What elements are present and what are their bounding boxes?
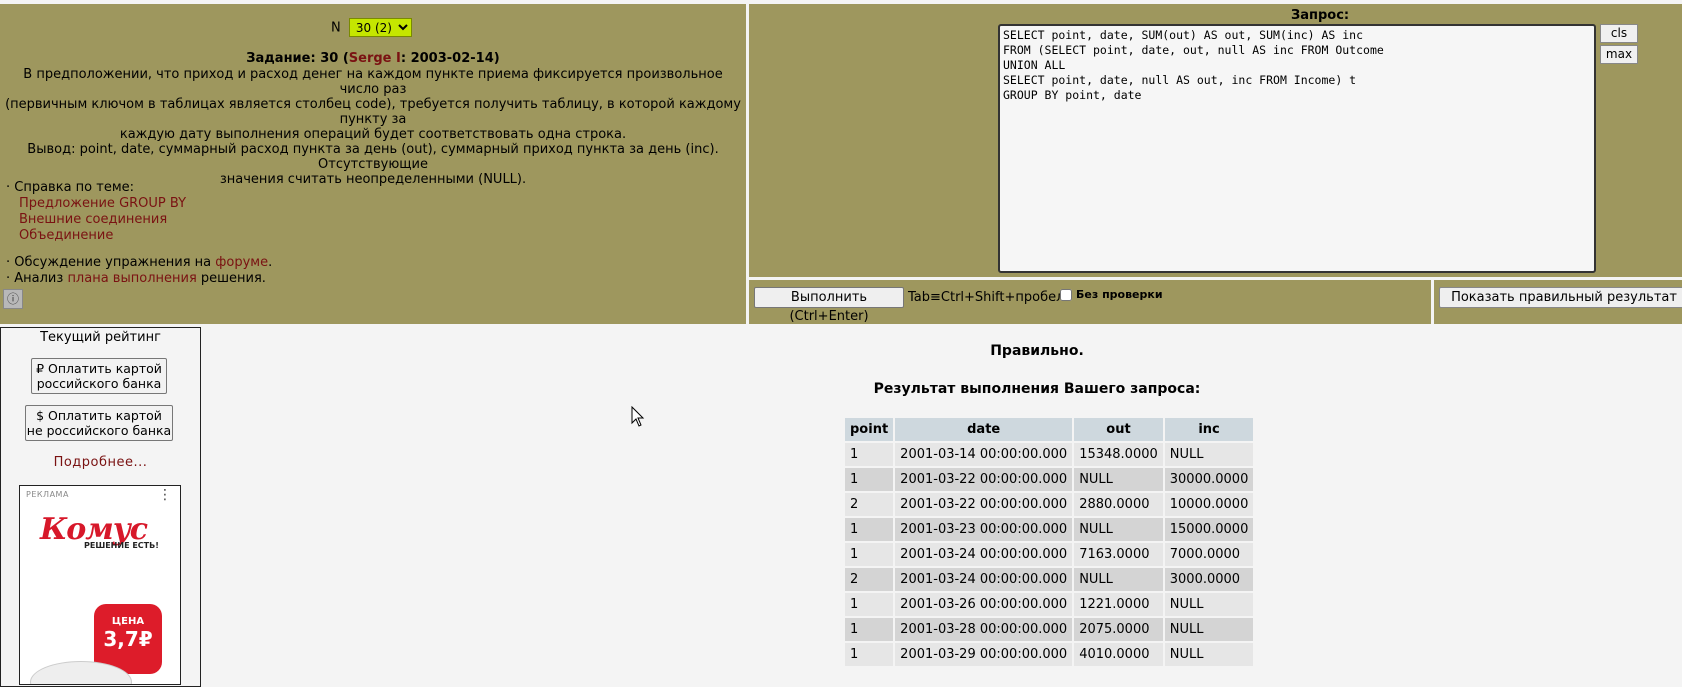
table-cell-inc: NULL [1164, 593, 1254, 616]
tab-hint: Tab≡Ctrl+Shift+пробел [908, 290, 1065, 305]
table-row: 1 2001-03-22 00:00:00.000 NULL 30000.0000 [845, 468, 1254, 491]
ad-label: РЕКЛАМА [26, 490, 69, 499]
query-label: Запрос: [1291, 8, 1350, 23]
table-row: 1 2001-03-23 00:00:00.000 NULL 15000.0000 [845, 518, 1254, 541]
author-link[interactable]: Serge I [349, 51, 401, 66]
table-row: 2 2001-03-24 00:00:00.000 NULL 3000.0000 [845, 568, 1254, 591]
table-cell-inc: 15000.0000 [1164, 518, 1254, 541]
table-cell-point: 2 [845, 568, 894, 591]
execution-plan-link[interactable]: плана выполнения [67, 271, 196, 286]
table-cell-date: 2001-03-26 00:00:00.000 [895, 593, 1073, 616]
no-verify-option[interactable]: Без проверки [1060, 288, 1163, 301]
table-cell-date: 2001-03-14 00:00:00.000 [895, 443, 1073, 466]
table-cell-date: 2001-03-28 00:00:00.000 [895, 618, 1073, 641]
clear-button[interactable]: cls [1600, 24, 1638, 43]
analysis-line: · Анализ плана выполнения решения. [6, 271, 266, 286]
help-link-outer-joins[interactable]: Внешние соединения [19, 212, 186, 228]
exercise-description: В предположении, что приход и расход ден… [5, 67, 741, 187]
table-cell-out: 1221.0000 [1074, 593, 1163, 616]
results-table: point date out inc 1 2001-03-14 00:00:00.… [843, 416, 1255, 668]
info-icon[interactable]: ⓘ [3, 289, 23, 309]
exercise-number-label: N [331, 20, 341, 36]
table-cell-inc: 30000.0000 [1164, 468, 1254, 491]
discussion-line: · Обсуждение упражнения на форуме. [6, 255, 273, 270]
table-cell-point: 1 [845, 443, 894, 466]
table-cell-point: 1 [845, 518, 894, 541]
table-cell-point: 2 [845, 493, 894, 516]
table-cell-date: 2001-03-24 00:00:00.000 [895, 568, 1073, 591]
column-header-point: point [845, 418, 894, 441]
table-row: 1 2001-03-29 00:00:00.000 4010.0000 NULL [845, 643, 1254, 666]
table-cell-inc: NULL [1164, 643, 1254, 666]
query-editor[interactable]: SELECT point, date, SUM(out) AS out, SUM… [998, 24, 1596, 273]
column-header-date: date [895, 418, 1073, 441]
more-options-icon[interactable]: ⋮ [158, 488, 172, 502]
no-verify-checkbox[interactable] [1060, 289, 1072, 301]
table-cell-inc: NULL [1164, 618, 1254, 641]
table-cell-date: 2001-03-22 00:00:00.000 [895, 493, 1073, 516]
table-cell-out: 7163.0000 [1074, 543, 1163, 566]
advertisement[interactable]: РЕКЛАМА ⋮ Комус РЕШЕНИЕ ЕСТЬ! ЦЕНА 3,7₽ [19, 485, 181, 685]
ad-slogan: РЕШЕНИЕ ЕСТЬ! [84, 541, 159, 550]
table-cell-inc: 7000.0000 [1164, 543, 1254, 566]
table-cell-out: 2075.0000 [1074, 618, 1163, 641]
top-border [0, 0, 1682, 3]
result-status: Правильно. [990, 343, 1084, 359]
forum-link[interactable]: форуме [215, 255, 268, 270]
result-title: Результат выполнения Вашего запроса: [873, 381, 1201, 397]
table-cell-out: NULL [1074, 568, 1163, 591]
table-cell-inc: NULL [1164, 443, 1254, 466]
table-row: 1 2001-03-26 00:00:00.000 1221.0000 NULL [845, 593, 1254, 616]
exercise-panel: N 30 (2) Задание: 30 (Serge I: 2003-02-1… [0, 4, 746, 324]
table-header-row: point date out inc [845, 418, 1254, 441]
more-link[interactable]: Подробнее... [1, 455, 200, 470]
exercise-number-select[interactable]: 30 (2) [348, 18, 412, 37]
table-cell-inc: 10000.0000 [1164, 493, 1254, 516]
table-cell-out: NULL [1074, 468, 1163, 491]
help-heading: · Справка по теме: [6, 180, 135, 195]
exercise-selector: N 30 (2) [331, 18, 412, 37]
table-cell-date: 2001-03-23 00:00:00.000 [895, 518, 1073, 541]
table-cell-point: 1 [845, 543, 894, 566]
table-cell-out: 2880.0000 [1074, 493, 1163, 516]
table-cell-date: 2001-03-24 00:00:00.000 [895, 543, 1073, 566]
help-link-group-by[interactable]: Предложение GROUP BY [19, 196, 186, 212]
table-cell-date: 2001-03-22 00:00:00.000 [895, 468, 1073, 491]
table-cell-point: 1 [845, 468, 894, 491]
table-cell-out: 15348.0000 [1074, 443, 1163, 466]
table-cell-point: 1 [845, 643, 894, 666]
help-link-union[interactable]: Объединение [19, 228, 186, 244]
exercise-title: Задание: 30 (Serge I: 2003-02-14) [246, 51, 500, 66]
table-cell-out: 4010.0000 [1074, 643, 1163, 666]
column-header-out: out [1074, 418, 1163, 441]
show-correct-result-button[interactable]: Показать правильный результат [1439, 287, 1682, 308]
mouse-cursor-icon [631, 406, 645, 427]
column-header-inc: inc [1164, 418, 1254, 441]
run-button[interactable]: Выполнить (Ctrl+Enter) [754, 287, 904, 324]
table-row: 2 2001-03-22 00:00:00.000 2880.0000 10000.0… [845, 493, 1254, 516]
pay-foreign-card-button[interactable]: $ Оплатить картой не российского банка [25, 405, 173, 441]
table-cell-point: 1 [845, 593, 894, 616]
maximize-button[interactable]: max [1600, 45, 1638, 64]
table-cell-point: 1 [845, 618, 894, 641]
help-section: · Справка по теме: Предложение GROUP BY … [6, 180, 186, 244]
table-cell-inc: 3000.0000 [1164, 568, 1254, 591]
table-cell-out: NULL [1074, 518, 1163, 541]
table-row: 1 2001-03-28 00:00:00.000 2075.0000 NULL [845, 618, 1254, 641]
table-row: 1 2001-03-14 00:00:00.000 15348.0000 NULL [845, 443, 1254, 466]
table-row: 1 2001-03-24 00:00:00.000 7163.0000 7000.00… [845, 543, 1254, 566]
table-cell-date: 2001-03-29 00:00:00.000 [895, 643, 1073, 666]
